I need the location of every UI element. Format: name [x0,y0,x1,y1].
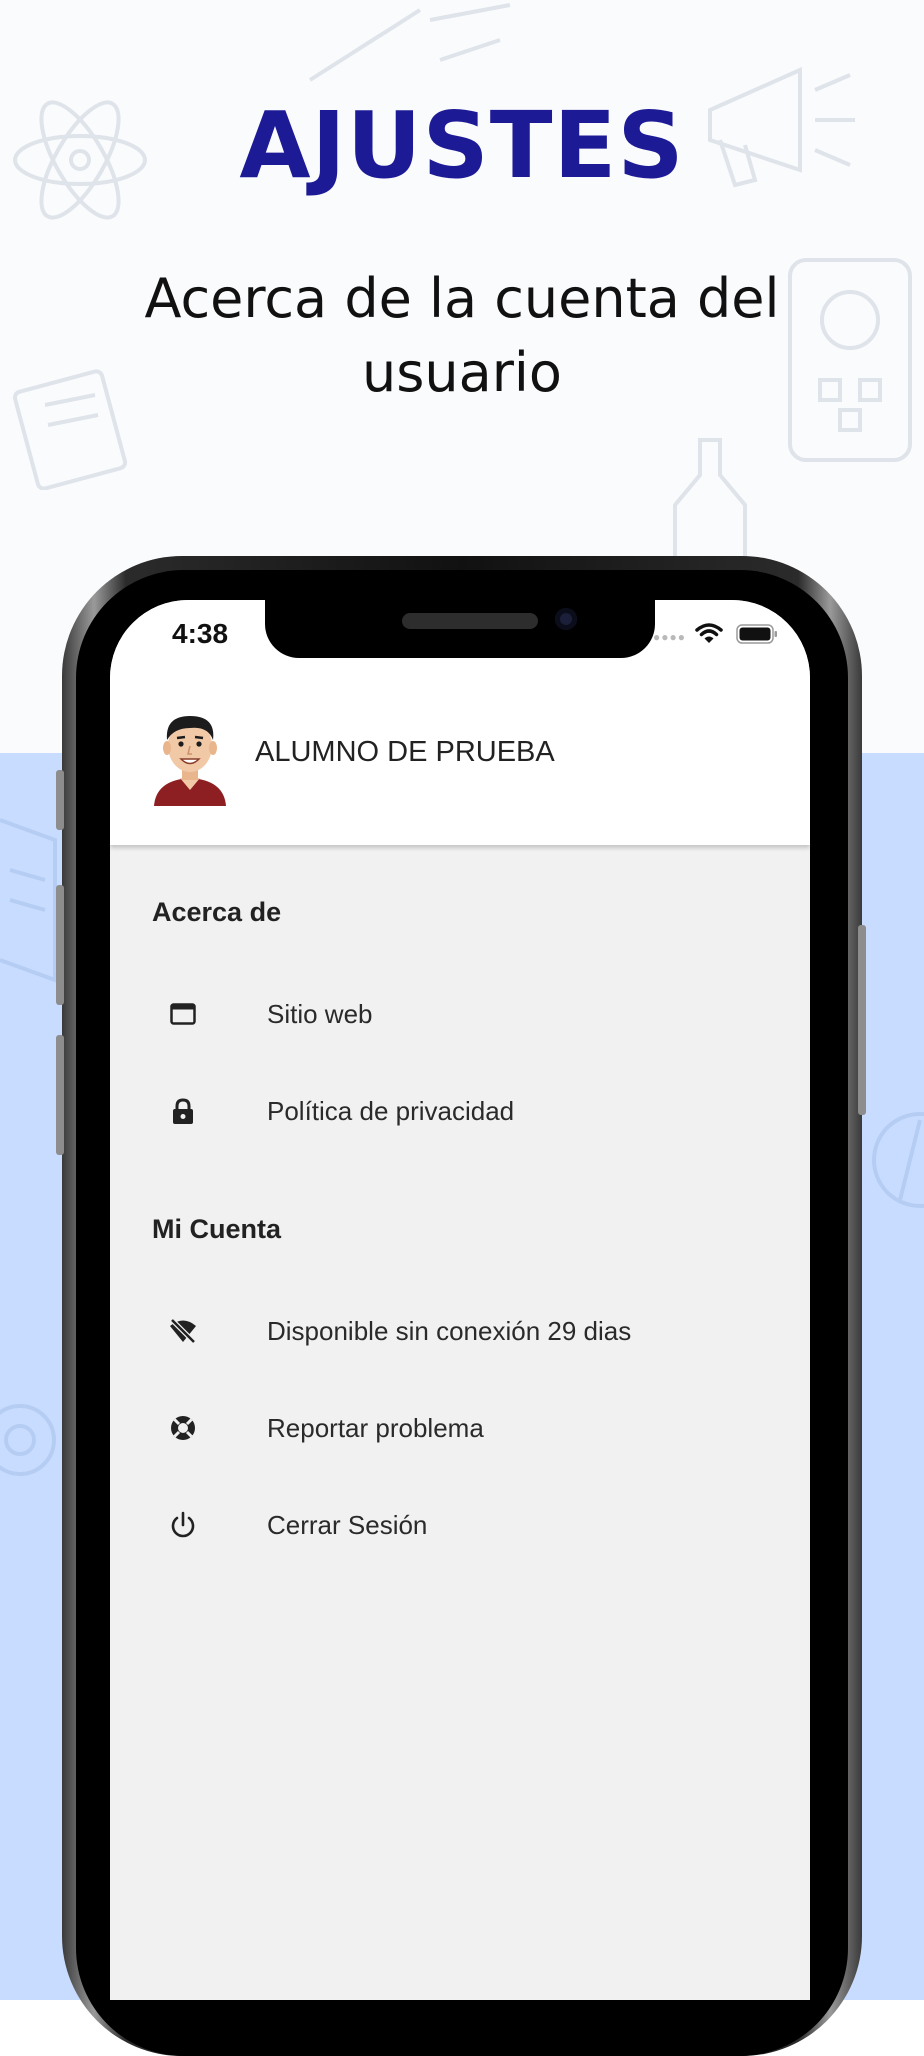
wifi-off-icon [170,1318,196,1344]
doodle-compass-icon [872,1112,924,1208]
wifi-icon [695,623,723,643]
browser-window-icon [170,1003,196,1025]
menu-label-disponible-sin-conexion: Disponible sin conexión 29 dias [267,1316,632,1346]
lock-icon [173,1098,193,1124]
phone-volume-down-button [56,1035,64,1155]
doodle-brush-icon [308,3,511,82]
phone-power-button [858,925,866,1115]
earpiece-speaker [402,613,538,629]
menu-item-sitio-web[interactable]: Sitio web [110,968,810,1058]
cellular-signal-icon: ●●●● [653,630,686,644]
phone-volume-up-button [56,885,64,1005]
menu-label-reportar-problema: Reportar problema [267,1413,484,1443]
menu-item-disponible-sin-conexion[interactable]: Disponible sin conexión 29 dias [110,1285,810,1375]
section-heading-mi-cuenta: Mi Cuenta [152,1214,282,1244]
menu-item-politica-privacidad[interactable]: Política de privacidad [110,1065,810,1155]
user-name: ALUMNO DE PRUEBA [255,736,555,768]
app-screen: ALUMNO DE PRUEBA 4:38 ●●●● Acerca de Sit… [110,600,810,2000]
menu-label-cerrar-sesion: Cerrar Sesión [267,1510,428,1540]
menu-item-cerrar-sesion[interactable]: Cerrar Sesión [110,1479,810,1569]
avatar[interactable] [150,708,230,806]
status-time: 4:38 [172,618,229,649]
menu-item-reportar-problema[interactable]: Reportar problema [110,1382,810,1472]
promo-subtitle: Acerca de la cuenta del usuario [144,267,780,404]
promo-title: AJUSTES [239,92,685,199]
power-icon [171,1511,195,1538]
doodle-gear-icon [0,1404,56,1476]
battery-icon [736,624,777,644]
lifebuoy-icon [171,1416,195,1440]
phone-mute-button [56,770,64,830]
menu-label-politica-privacidad: Política de privacidad [267,1096,515,1126]
front-camera [555,608,577,630]
section-heading-acerca-de: Acerca de [152,897,282,927]
phone-notch [265,600,655,658]
menu-label-sitio-web: Sitio web [267,999,373,1029]
